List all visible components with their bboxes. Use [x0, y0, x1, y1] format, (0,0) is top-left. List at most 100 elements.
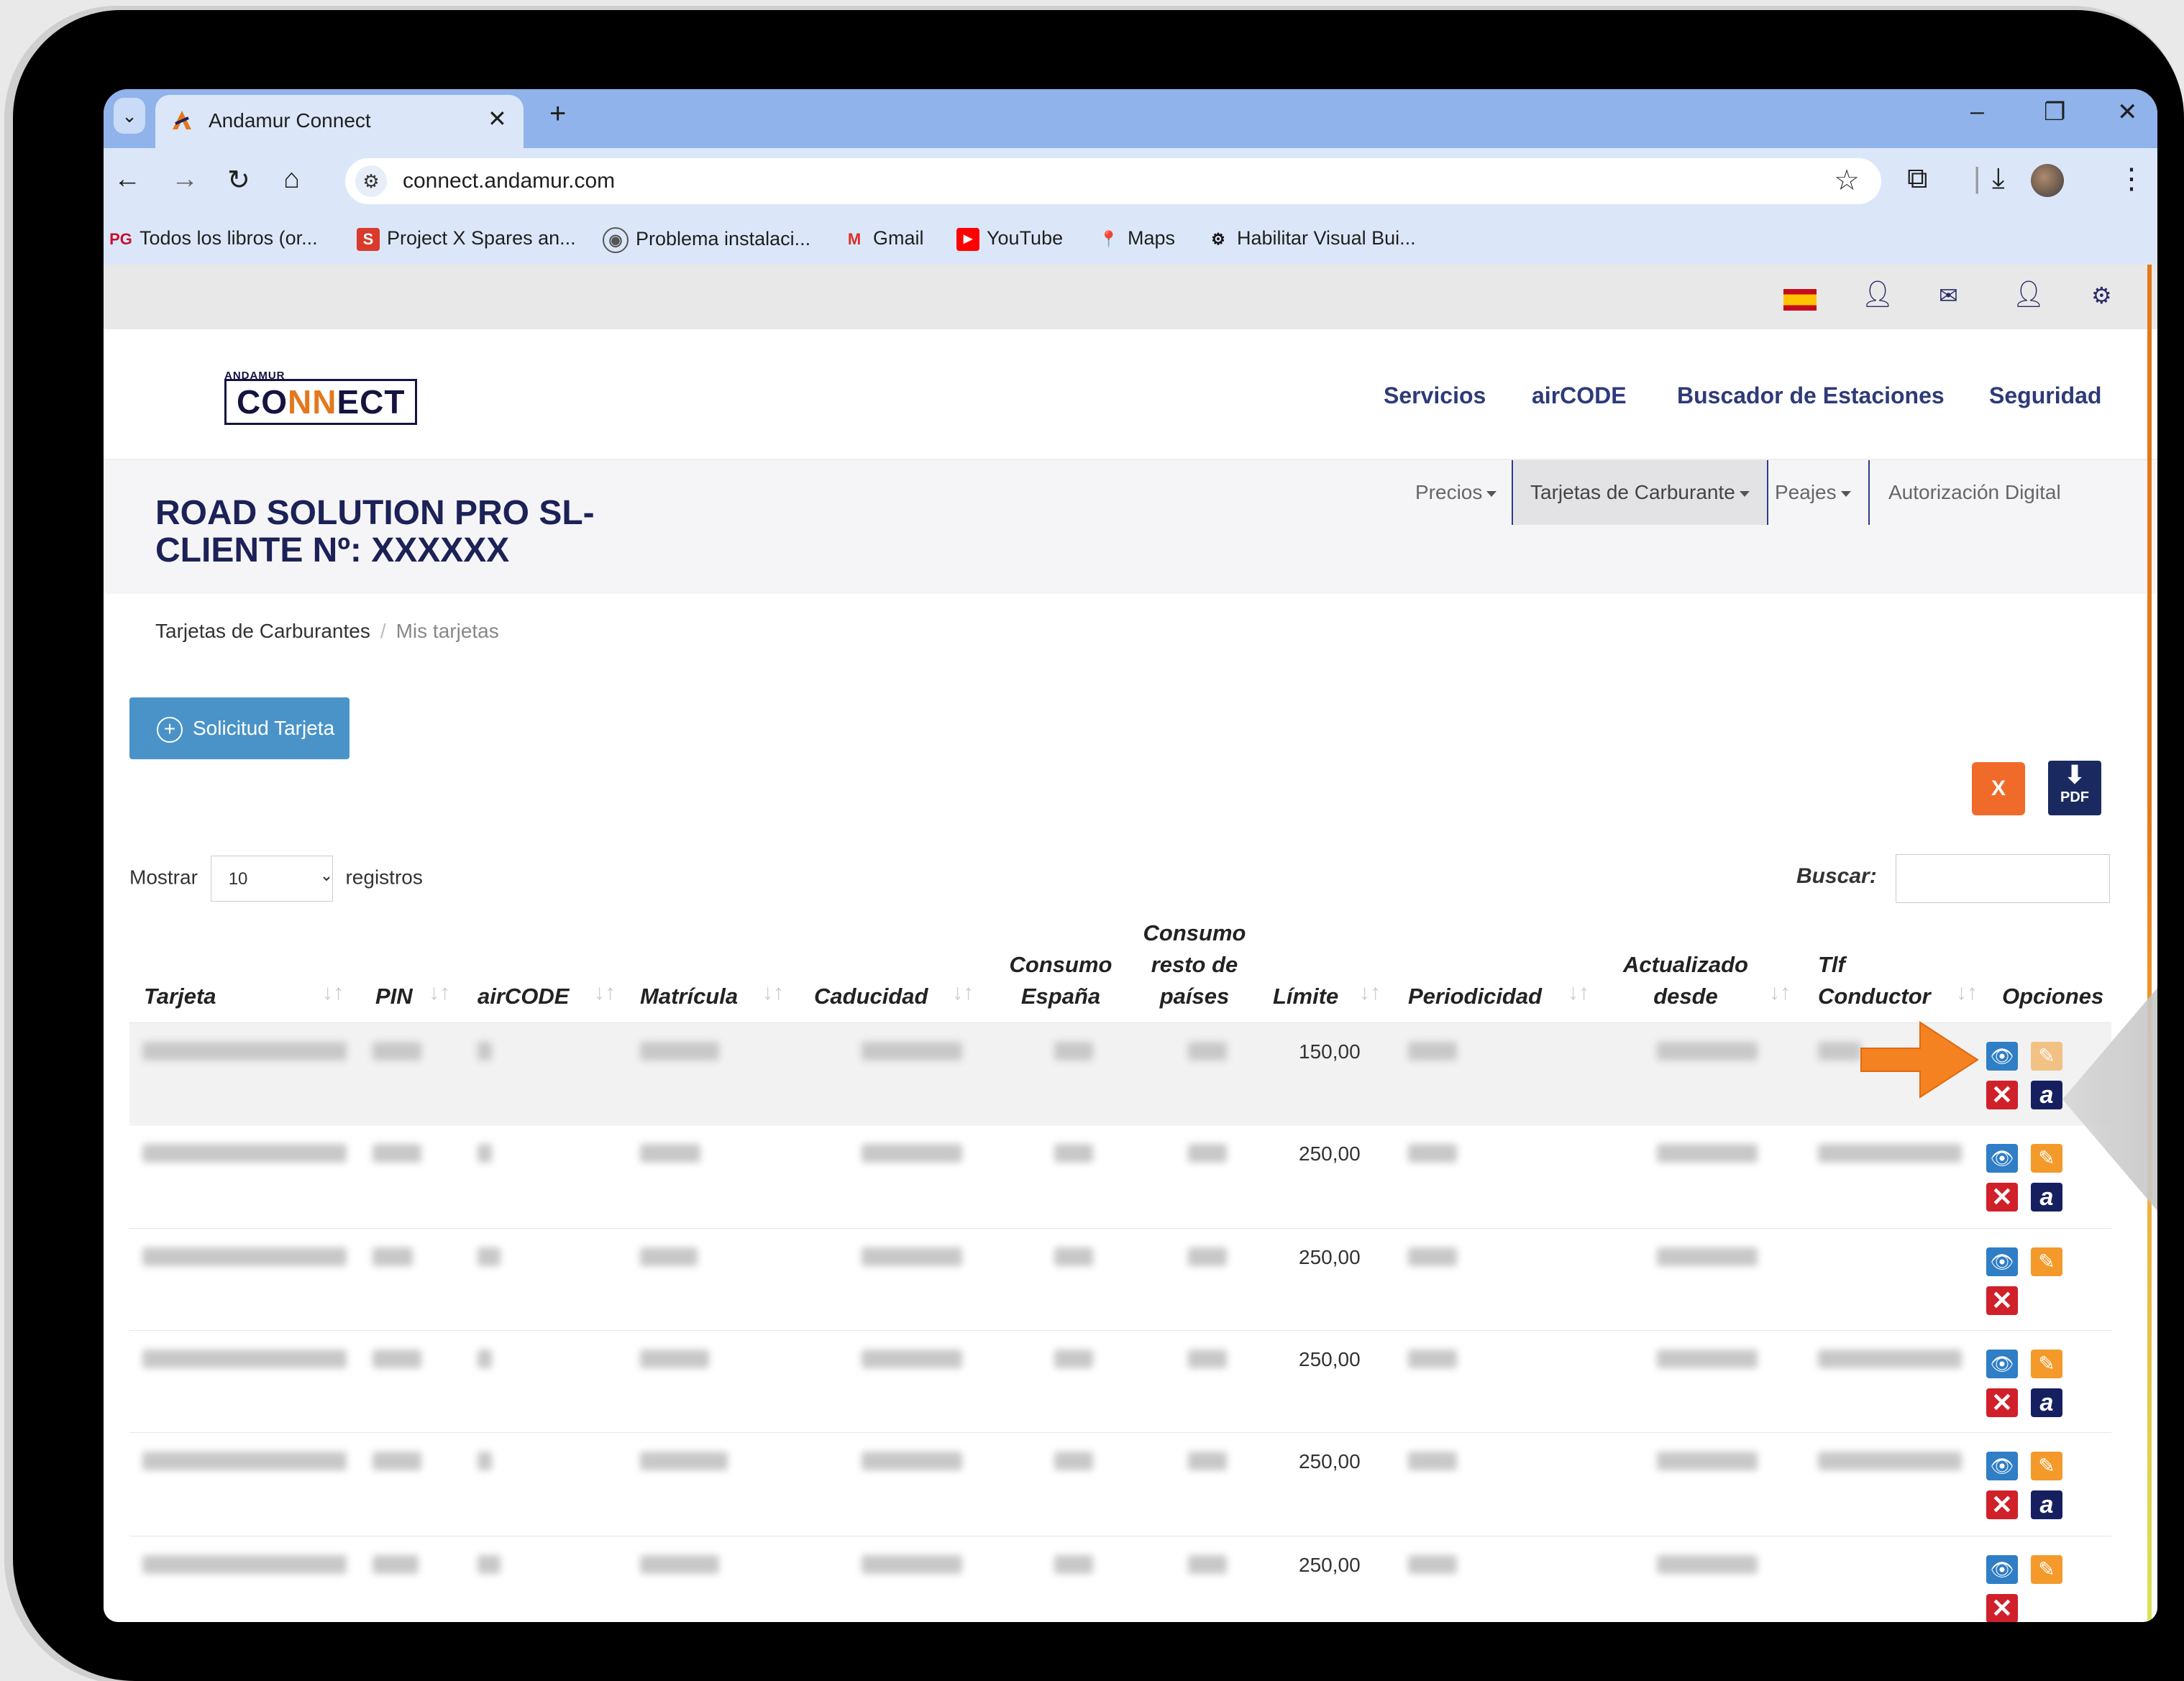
aircode-a-icon[interactable]: a: [2031, 1183, 2062, 1211]
back-arrow-icon[interactable]: ←: [114, 164, 141, 195]
new-tab-button[interactable]: +: [549, 98, 566, 130]
bookmark-item[interactable]: ◉ Problema instalaci...: [603, 227, 810, 253]
header-consumo-resto[interactable]: Consumo resto de países: [1133, 917, 1256, 1012]
bookmark-item[interactable]: 📍 Maps: [1097, 227, 1175, 251]
sort-icon[interactable]: ↓↑: [1359, 981, 1381, 1005]
delete-x-icon[interactable]: ✕: [1986, 1286, 2018, 1315]
search-input[interactable]: [1896, 854, 2110, 903]
delete-x-icon[interactable]: ✕: [1986, 1594, 2018, 1622]
download-icon[interactable]: ⤓: [1992, 162, 2005, 195]
consumo-espana-cell: [1054, 1042, 1093, 1061]
header-consumo-espana[interactable]: Consumo España: [1000, 949, 1122, 1012]
sort-icon[interactable]: ↓↑: [1956, 981, 1978, 1005]
aircode-a-icon[interactable]: a: [2031, 1490, 2062, 1519]
header-matricula[interactable]: Matrícula: [640, 981, 738, 1012]
subnav-peajes[interactable]: Peajes: [1775, 460, 1851, 525]
header-limite[interactable]: Límite: [1273, 981, 1338, 1012]
edit-pencil-icon[interactable]: ✎: [2031, 1042, 2062, 1071]
page-length-select[interactable]: 10: [210, 856, 333, 902]
tab-search-chevron-icon[interactable]: ⌄: [114, 98, 145, 134]
subnav-precios[interactable]: Precios: [1415, 460, 1497, 525]
table-row[interactable]: 250,00 👁︎ ✎ ✕ a: [129, 1125, 2111, 1226]
forward-arrow-icon[interactable]: →: [171, 164, 198, 195]
minimize-button[interactable]: –: [1970, 98, 1984, 126]
nav-aircode[interactable]: airCODE: [1532, 383, 1627, 409]
extensions-icon[interactable]: ⧉: [1907, 162, 1928, 195]
edit-pencil-icon[interactable]: ✎: [2031, 1350, 2062, 1378]
delete-x-icon[interactable]: ✕: [1986, 1183, 2018, 1211]
header-actualizado-desde[interactable]: Actualizado desde: [1614, 949, 1758, 1012]
aircode-a-icon[interactable]: a: [2031, 1388, 2062, 1417]
spain-flag-icon[interactable]: [1783, 289, 1817, 311]
bookmark-item[interactable]: ⚙ Habilitar Visual Bui...: [1207, 227, 1416, 251]
header-tarjeta[interactable]: Tarjeta: [144, 981, 216, 1012]
header-aircode[interactable]: airCODE: [478, 981, 569, 1012]
view-eye-icon[interactable]: 👁︎: [1986, 1144, 2018, 1173]
restore-button[interactable]: ❐: [2044, 98, 2065, 127]
edit-pencil-icon[interactable]: ✎: [2031, 1555, 2062, 1584]
address-bar[interactable]: ⚙ connect.andamur.com ☆: [345, 158, 1881, 204]
table-row[interactable]: 250,00 👁︎ ✎ ✕ a: [129, 1432, 2111, 1534]
browser-tab[interactable]: Andamur Connect ✕: [155, 95, 524, 148]
subnav-autorizacion-digital[interactable]: Autorización Digital: [1868, 460, 2061, 525]
header-caducidad[interactable]: Caducidad: [814, 981, 928, 1012]
view-eye-icon[interactable]: 👁︎: [1986, 1350, 2018, 1378]
window-close-button[interactable]: ✕: [2117, 98, 2138, 127]
pdf-download-icon[interactable]: ⬇ PDF: [2048, 761, 2101, 815]
view-eye-icon[interactable]: 👁︎: [1986, 1042, 2018, 1071]
view-eye-icon[interactable]: 👁︎: [1986, 1247, 2018, 1276]
table-row[interactable]: 250,00 👁︎ ✎ ✕: [129, 1536, 2111, 1622]
delete-x-icon[interactable]: ✕: [1986, 1081, 2018, 1109]
nav-servicios[interactable]: Servicios: [1384, 383, 1486, 409]
profile-avatar[interactable]: [2031, 164, 2064, 197]
table-row[interactable]: 250,00 👁︎ ✎ ✕: [129, 1228, 2111, 1329]
header-periodicidad[interactable]: Periodicidad: [1408, 981, 1542, 1012]
andamur-connect-logo[interactable]: ANDAMUR CONNECT: [224, 370, 418, 425]
breadcrumb-link[interactable]: Tarjetas de Carburantes: [155, 620, 370, 642]
solicitud-tarjeta-button[interactable]: + Solicitud Tarjeta: [129, 697, 349, 759]
edit-pencil-icon[interactable]: ✎: [2031, 1144, 2062, 1173]
view-eye-icon[interactable]: 👁︎: [1986, 1555, 2018, 1584]
sort-icon[interactable]: ↓↑: [1769, 981, 1791, 1005]
nav-buscador-estaciones[interactable]: Buscador de Estaciones: [1677, 383, 1945, 409]
bookmark-star-icon[interactable]: ☆: [1834, 164, 1860, 197]
header-tlf-conductor[interactable]: Tlf Conductor: [1818, 949, 1931, 1012]
tab-close-icon[interactable]: ✕: [488, 105, 507, 132]
bookmark-item[interactable]: M Gmail: [843, 227, 924, 251]
sort-icon[interactable]: ↓↑: [429, 981, 450, 1005]
browser-window: ⌄ Andamur Connect ✕ + – ❐ ✕ ← → ↻ ⌂ ⚙ co…: [104, 89, 2157, 1622]
nav-seguridad[interactable]: Seguridad: [1989, 383, 2101, 409]
edit-pencil-icon[interactable]: ✎: [2031, 1247, 2062, 1276]
bookmark-item[interactable]: ▶ YouTube: [956, 227, 1063, 251]
header-pin[interactable]: PIN: [375, 981, 413, 1012]
consumo-resto-cell: [1188, 1144, 1227, 1163]
delete-x-icon[interactable]: ✕: [1986, 1490, 2018, 1519]
excel-export-icon[interactable]: X: [1972, 762, 2025, 815]
sort-icon[interactable]: ↓↑: [762, 981, 784, 1005]
delete-x-icon[interactable]: ✕: [1986, 1388, 2018, 1417]
browser-menu-icon[interactable]: ⋮: [2117, 162, 2146, 196]
sort-icon[interactable]: ↓↑: [952, 981, 974, 1005]
sort-icon[interactable]: ↓↑: [322, 981, 344, 1005]
edit-pencil-icon[interactable]: ✎: [2031, 1452, 2062, 1480]
account-icon[interactable]: 👤︎: [2012, 279, 2045, 309]
site-info-icon[interactable]: ⚙: [355, 165, 387, 197]
tlf-cell: [1818, 1042, 1861, 1061]
view-eye-icon[interactable]: 👁︎: [1986, 1452, 2018, 1480]
mail-icon[interactable]: ✉: [1939, 282, 1958, 309]
tablet-frame: ⌄ Andamur Connect ✕ + – ❐ ✕ ← → ↻ ⌂ ⚙ co…: [13, 10, 2184, 1681]
bookmark-item[interactable]: S Project X Spares an...: [357, 227, 576, 251]
table-row[interactable]: 150,00 👁︎ ✎ ✕ a: [129, 1022, 2111, 1124]
settings-gear-icon[interactable]: ⚙: [2091, 282, 2112, 309]
home-icon[interactable]: ⌂: [283, 164, 300, 195]
bookmark-item[interactable]: PG Todos los libros (or...: [109, 227, 318, 251]
user-icon[interactable]: 👤︎: [1861, 279, 1894, 309]
reload-icon[interactable]: ↻: [227, 164, 250, 196]
table-row[interactable]: 250,00 👁︎ ✎ ✕ a: [129, 1330, 2111, 1432]
aircode-a-icon[interactable]: a: [2031, 1081, 2062, 1109]
subnav-tarjetas-carburante[interactable]: Tarjetas de Carburante: [1512, 460, 1768, 525]
sort-icon[interactable]: ↓↑: [594, 981, 616, 1005]
tarjeta-cell: [142, 1452, 347, 1470]
sort-icon[interactable]: ↓↑: [1568, 981, 1589, 1005]
tab-title: Andamur Connect: [209, 109, 371, 132]
